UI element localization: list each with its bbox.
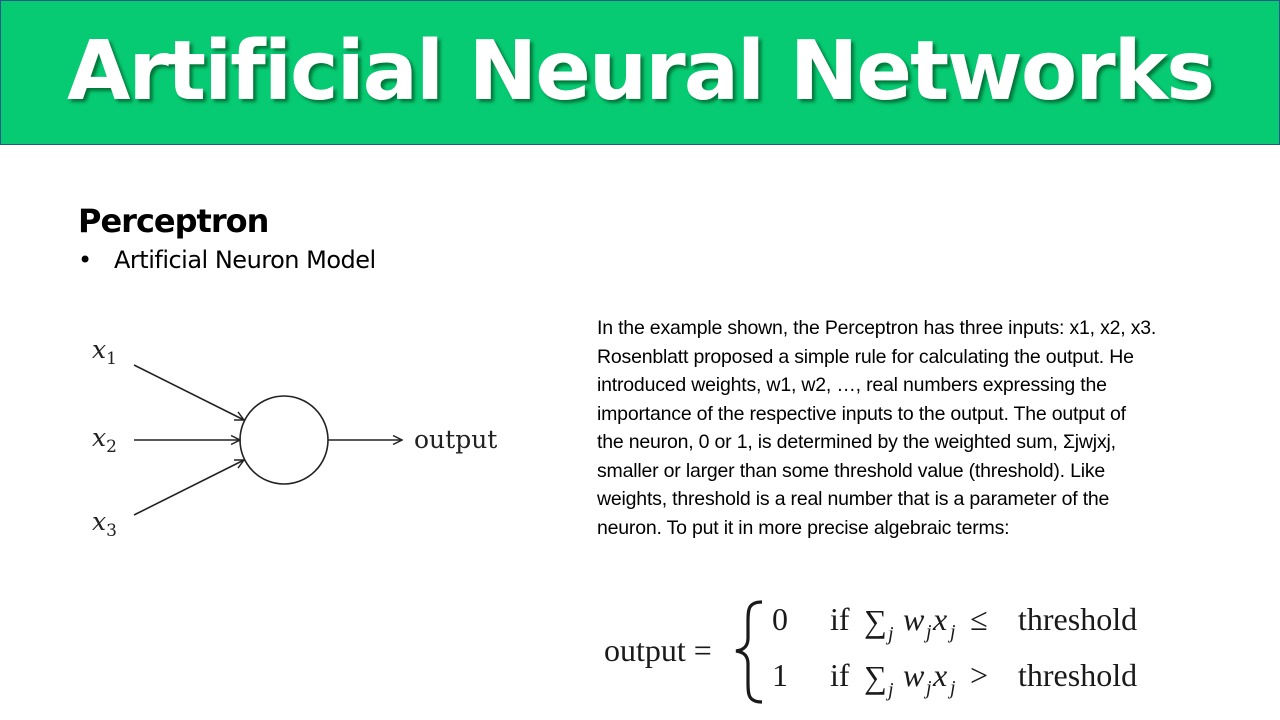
weight-index: j [923, 621, 932, 643]
paragraph-line: smaller or larger than some threshold va… [597, 459, 1106, 482]
sum-symbol: ∑ [864, 603, 887, 639]
paragraph-line: Rosenblatt proposed a simple rule for ca… [597, 345, 1134, 368]
slide-title: Artificial Neural Networks [66, 24, 1215, 119]
threshold-term: threshold [1018, 601, 1137, 637]
input-term: x [932, 657, 947, 693]
input-label-x1: x1 [92, 335, 117, 369]
output-label: output [414, 425, 497, 454]
input-arrow-1 [133, 364, 244, 420]
neuron-node [239, 395, 329, 485]
output-formula: output = 0 if ∑ j w j x j ≤ threshold 1 … [604, 600, 1137, 704]
paragraph-line: introduced weights, w1, w2, …, real numb… [597, 374, 1107, 396]
comparison-op: > [970, 657, 988, 693]
weight-index: j [923, 677, 932, 699]
paragraph-line: importance of the respective inputs to t… [597, 402, 1126, 425]
paragraph-line: In the example shown, the Perceptron has… [597, 317, 1157, 339]
left-brace [735, 600, 763, 704]
case-value: 1 [772, 657, 788, 693]
case-if: if [830, 601, 850, 637]
input-arrow-3 [133, 460, 244, 516]
formula-case-0: 0 if ∑ j w j x j ≤ threshold [772, 601, 1137, 645]
paragraph-line: neuron. To put it in more precise algebr… [597, 516, 1010, 539]
section-heading: Perceptron [78, 202, 269, 240]
paragraph-line: the neuron, 0 or 1, is determined by the… [597, 431, 1116, 453]
explanation-paragraph: In the example shown, the Perceptron has… [597, 314, 1267, 542]
bullet-text: Artificial Neuron Model [114, 246, 376, 274]
weight-term: w [903, 657, 925, 693]
weight-term: w [903, 601, 925, 637]
threshold-term: threshold [1018, 657, 1137, 693]
formula-case-1: 1 if ∑ j w j x j > threshold [772, 657, 1137, 701]
perceptron-diagram: x1 x2 x3 output [92, 335, 497, 541]
bullet-marker: • [78, 246, 93, 274]
bullet-item: • Artificial Neuron Model [78, 246, 376, 274]
input-label-x2: x2 [92, 423, 117, 457]
input-term: x [932, 601, 947, 637]
sum-symbol: ∑ [864, 659, 887, 695]
input-label-x3: x3 [92, 507, 117, 541]
case-if: if [830, 657, 850, 693]
formula-lhs: output = [604, 632, 712, 668]
input-index: j [947, 621, 956, 643]
paragraph-line: weights, threshold is a real number that… [597, 488, 1110, 510]
case-value: 0 [772, 601, 788, 637]
comparison-op: ≤ [970, 601, 988, 637]
input-index: j [947, 677, 956, 699]
